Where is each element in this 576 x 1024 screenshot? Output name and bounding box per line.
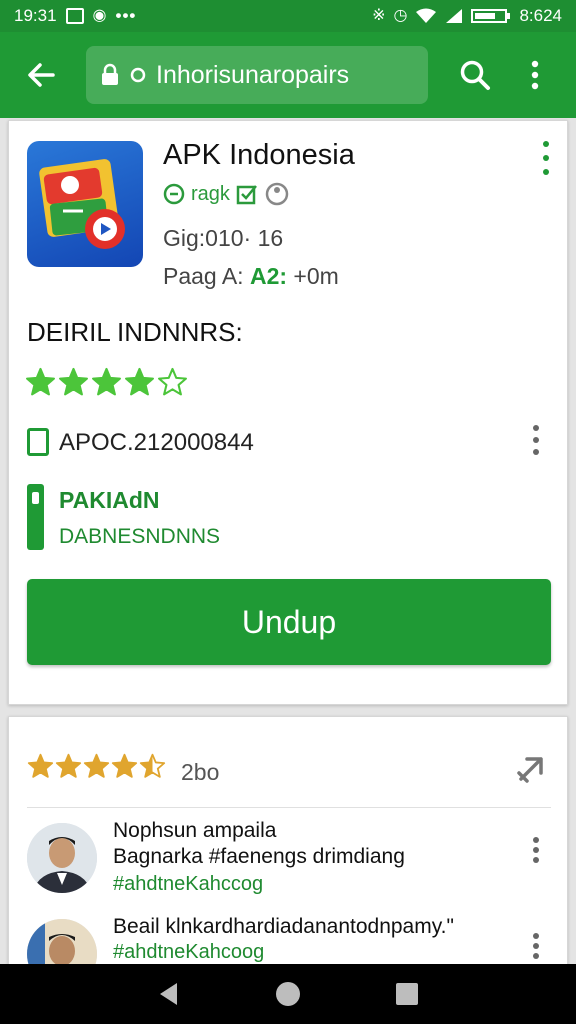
dot-icon [533,437,539,443]
dot-icon [533,425,539,431]
app-bar: Inhorisunaropairs [0,32,576,118]
dot-icon [533,847,539,853]
dot-icon [543,155,549,161]
info-icon [130,67,146,83]
app-title: APK Indonesia [163,139,355,171]
star-half-icon [139,753,166,778]
more-vertical-icon [531,60,539,90]
dot-icon [533,857,539,863]
status-bar: 19:31 ◉ ••• ※ ◷ 8:624 [0,0,576,32]
review-options-button[interactable] [531,933,541,959]
triangle-back-icon [160,983,178,1005]
verified-label: ragk [191,182,230,205]
status-right-text: 8:624 [519,6,562,25]
meta-size-prefix: Paag A: [163,263,244,289]
gallery-icon: ◉ [92,7,107,24]
dot-icon [543,141,549,147]
verified-icon [163,183,185,205]
overflow-menu-button[interactable] [512,52,558,98]
dot-icon [533,449,539,455]
verified-row: ragk [163,181,290,207]
signal-icon [446,9,463,23]
avatar [27,823,97,893]
review-tag[interactable]: #ahdtneKahccog [113,873,263,896]
app-rating-stars [25,367,188,398]
star-filled-icon [55,753,82,778]
wifi-icon [416,8,437,23]
package-title: PAKIAdN [59,487,160,513]
divider [27,807,551,808]
nav-recents-button[interactable] [385,972,429,1016]
alarm-icon: ◷ [393,7,408,24]
search-icon [460,60,490,90]
dot-icon [533,837,539,843]
arrow-left-icon [28,63,55,87]
star-filled-icon [83,753,110,778]
review-options-button[interactable] [531,837,541,863]
share-arrow-icon [517,757,543,783]
share-button[interactable] [511,749,551,789]
app-meta-version: Gig:010· 16 [163,225,284,251]
review-text: Bagnarka #faenengs drimdiang [113,845,405,868]
checkbox[interactable] [27,428,49,456]
star-filled-icon [59,367,88,396]
app-detail-card: APK Indonesia ragk Gig:010· 16 Paag A: A… [8,120,568,705]
checkbox-checked-icon [236,185,257,205]
url-bar[interactable]: Inhorisunaropairs [86,46,428,104]
reviews-rating-stars [27,753,166,780]
app-code: APOC.212000844 [59,429,254,456]
review-author: Beail klnkardhardiadanantodnpamy." [113,915,454,938]
section-title: DEIRIL INDNNRS: [27,317,243,347]
dot-icon [533,933,539,939]
review-author: Nophsun ampaila [113,819,277,842]
dot-icon [543,169,549,175]
more-notifications-icon: ••• [115,6,137,25]
code-options-button[interactable] [531,425,541,455]
star-outline-icon [158,367,187,396]
star-filled-icon [27,753,54,778]
meta-size-highlight: A2: [249,263,288,289]
download-button[interactable]: Undup [27,579,551,665]
bluetooth-icon: ※ [372,7,386,24]
star-filled-icon [125,367,154,396]
dot-icon [533,943,539,949]
circle-home-icon [275,982,300,1006]
search-button[interactable] [452,52,498,98]
star-filled-icon [92,367,121,396]
review-tag[interactable]: #ahdtneKahcoog [113,941,264,964]
lock-icon [102,63,118,85]
app-meta-size: Paag A: A2: +0m [163,263,339,290]
status-time: 19:31 [14,6,57,25]
battery-icon [471,9,511,23]
reviews-count: 2bo [181,759,220,785]
globe-icon [265,182,289,206]
dot-icon [533,953,539,959]
app-options-button[interactable] [539,141,553,175]
app-logo [27,141,143,267]
package-icon [27,484,44,550]
star-filled-icon [26,367,55,396]
reviews-card: 2bo Nophsun ampaila Bagnarka #faenengs d… [8,716,568,989]
back-button[interactable] [18,52,64,98]
system-nav-bar [0,964,576,1024]
package-subtitle: DABNESNDNNS [59,525,221,548]
square-recents-icon [395,983,418,1005]
nav-back-button[interactable] [147,972,191,1016]
url-text: Inhorisunaropairs [156,60,350,89]
nav-home-button[interactable] [266,972,310,1016]
star-filled-icon [111,753,138,778]
mail-icon [65,8,84,24]
meta-size-suffix: +0m [293,263,339,289]
